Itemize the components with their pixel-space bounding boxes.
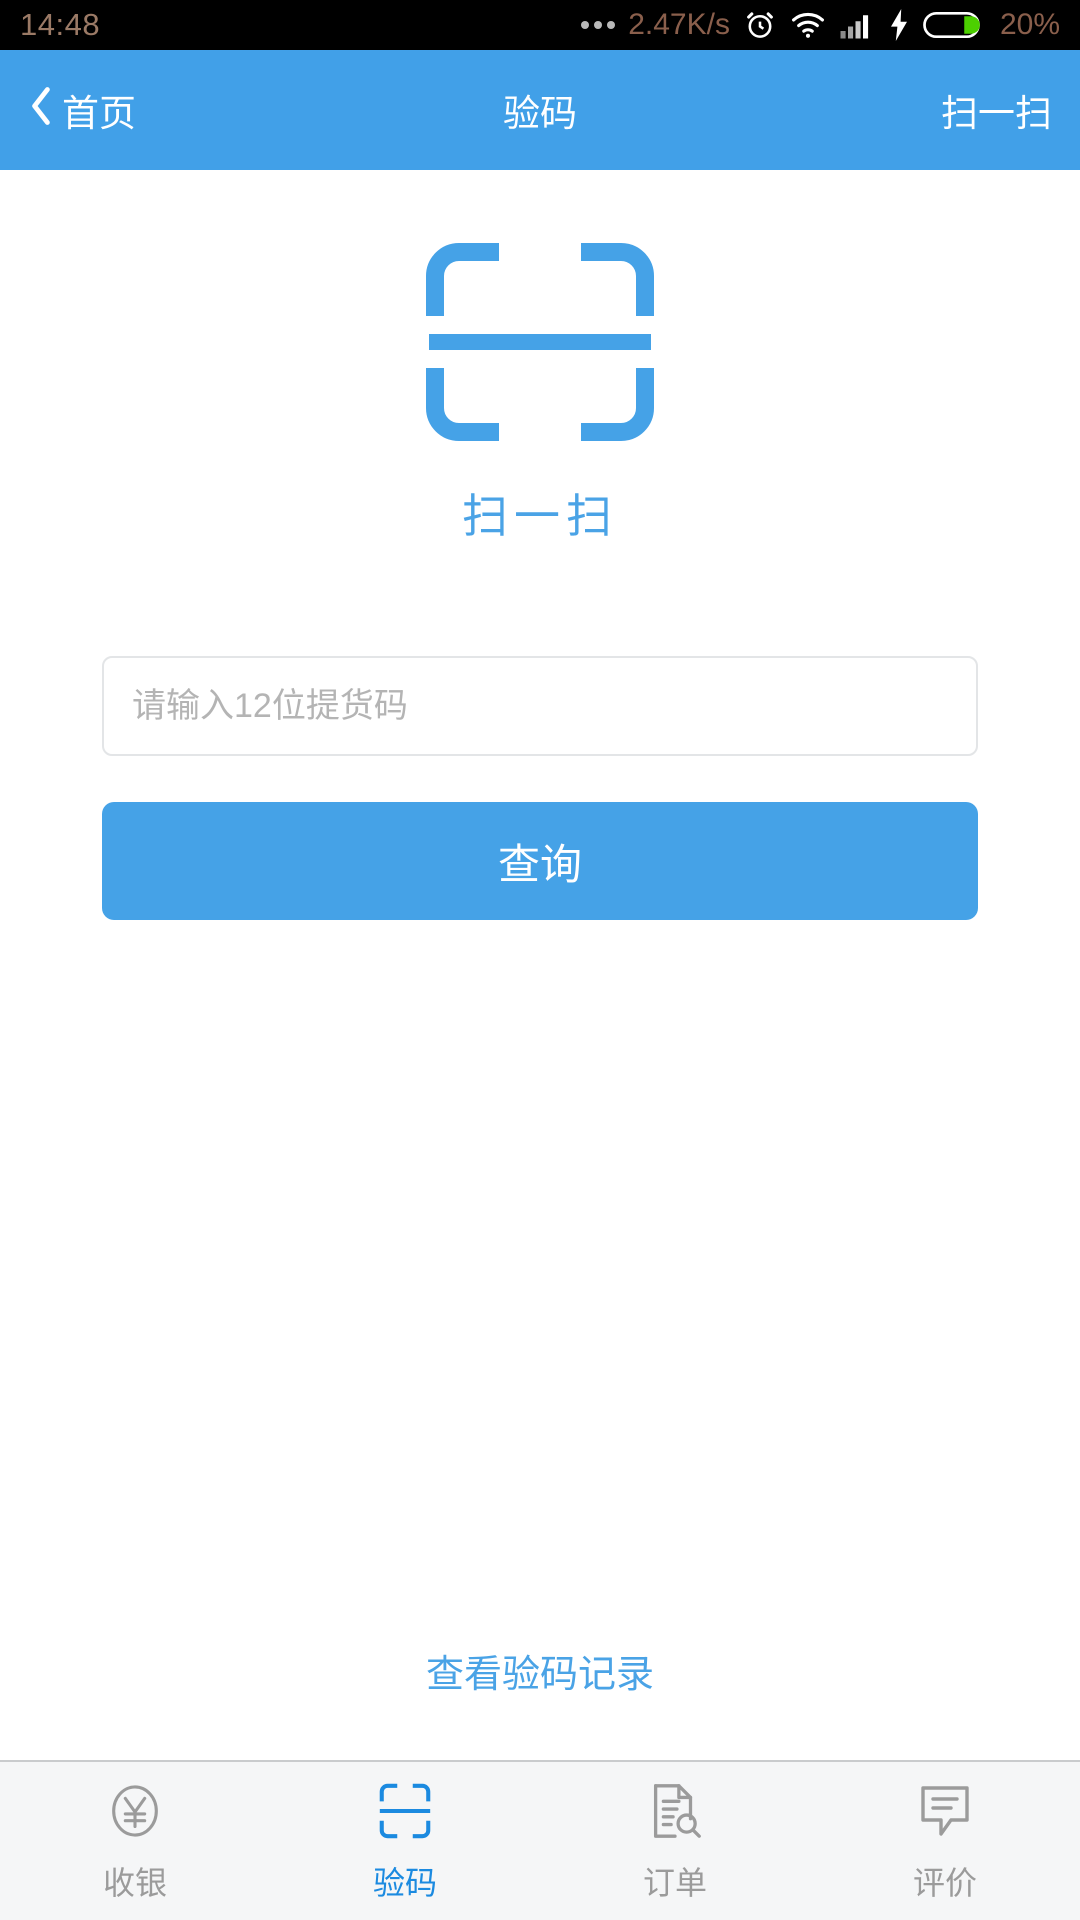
tab-label-reviews: 评价: [912, 1865, 977, 1901]
app-screen: 14:48 2.47K/s 20% 首页 验码 扫一扫 扫一扫 请输入12位提货…: [0, 0, 1080, 1920]
status-time: 14:48: [20, 7, 101, 42]
bottom-tab-bar: 收银 验码 订单 评价: [0, 1760, 1080, 1920]
battery-percent-label: 20%: [999, 8, 1060, 41]
pickup-code-input[interactable]: [102, 656, 978, 756]
scan-entry-block[interactable]: 扫一扫: [0, 242, 1080, 546]
speech-bubble-icon: [915, 1778, 975, 1844]
page-title: 验码: [503, 93, 577, 134]
tab-label-verify: 验码: [372, 1865, 437, 1901]
verify-form: 查询: [0, 656, 1080, 920]
alarm-clock-icon: [743, 8, 777, 42]
yen-circle-icon: [104, 1778, 166, 1844]
view-records-link[interactable]: 查看验码记录: [0, 1643, 1080, 1698]
main-content: 扫一扫 查询 查看验码记录: [0, 170, 1080, 1760]
tab-orders[interactable]: 订单: [540, 1762, 810, 1920]
more-dots-icon: [581, 21, 616, 29]
wifi-icon: [790, 10, 826, 40]
status-bar: 14:48 2.47K/s 20%: [0, 0, 1080, 50]
scan-frame-icon[interactable]: [425, 242, 655, 442]
status-indicators: 2.47K/s 20%: [581, 8, 1060, 42]
query-button[interactable]: 查询: [102, 802, 978, 920]
tab-label-cashier: 收银: [102, 1865, 167, 1901]
back-button-label: 首页: [62, 93, 136, 134]
tab-cashier[interactable]: 收银: [0, 1762, 270, 1920]
charging-bolt-icon: [888, 9, 910, 41]
chevron-left-icon: [28, 84, 54, 137]
tab-reviews[interactable]: 评价: [810, 1762, 1080, 1920]
network-speed-label: 2.47K/s: [628, 8, 730, 41]
signal-bars-icon: [839, 10, 875, 40]
tab-label-orders: 订单: [642, 1865, 707, 1901]
battery-icon: [923, 9, 983, 41]
scan-label: 扫一扫: [462, 490, 618, 542]
app-header: 首页 验码 扫一扫: [0, 50, 1080, 170]
back-to-home-button[interactable]: 首页: [28, 83, 136, 137]
document-search-icon: [646, 1778, 704, 1844]
scan-action-button[interactable]: 扫一扫: [941, 83, 1052, 137]
tab-verify[interactable]: 验码: [270, 1762, 540, 1920]
scan-frame-icon: [375, 1778, 435, 1844]
